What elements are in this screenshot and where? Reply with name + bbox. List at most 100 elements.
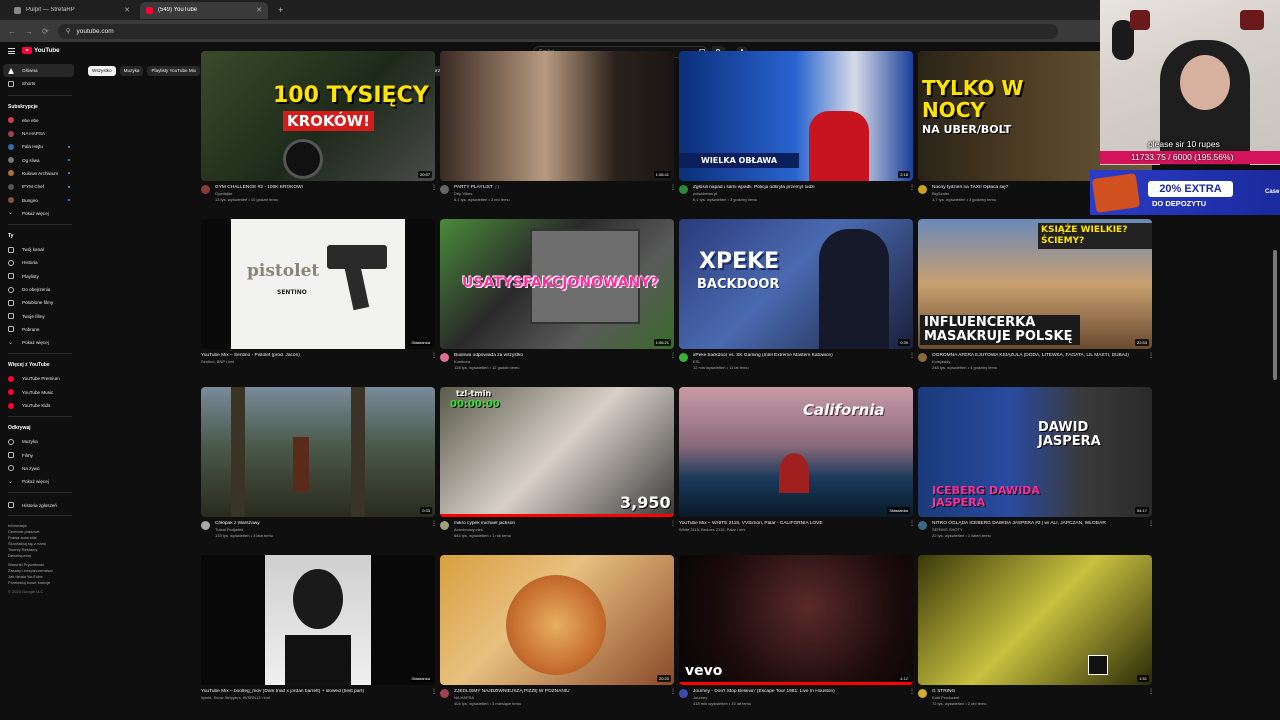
channel-avatar[interactable] <box>440 353 449 362</box>
video-thumbnail[interactable]: WIELKA OBŁAWA 2:18 <box>679 51 913 181</box>
video-card[interactable]: 1:08:41 PARTY PLAYLIST 🎵 Drip Vibes 6,1 … <box>440 51 676 202</box>
sidebar-subscription[interactable]: IFYM Chef <box>0 180 80 193</box>
more-options-icon[interactable]: ⋮ <box>670 185 676 202</box>
sidebar-item-shorts[interactable]: Shorts <box>0 77 80 90</box>
more-options-icon[interactable]: ⋮ <box>431 689 437 701</box>
more-options-icon[interactable]: ⋮ <box>909 689 915 706</box>
you-heading[interactable]: Ty <box>0 230 80 243</box>
new-tab-button[interactable]: + <box>272 5 289 15</box>
sidebar-show-more[interactable]: ⌄ Pokaż więcej <box>0 207 80 220</box>
forward-arrow-icon[interactable]: → <box>25 27 33 36</box>
close-tab-icon[interactable]: ✕ <box>124 6 130 14</box>
sidebar-subscription[interactable]: NA HAPSA <box>0 127 80 140</box>
more-options-icon[interactable]: ⋮ <box>909 521 915 533</box>
sidebar-item-live[interactable]: Na żywo <box>0 462 80 475</box>
video-card[interactable]: vevo 4:12 Journey - Don't Stop Believin'… <box>679 555 915 706</box>
sidebar-item-history[interactable]: Historia <box>0 256 80 269</box>
channel-avatar[interactable] <box>918 689 927 698</box>
browser-tab-strefarp[interactable]: Pulpit — StrefaRP ✕ <box>8 2 136 19</box>
channel-avatar[interactable] <box>679 353 688 362</box>
video-thumbnail[interactable]: 1:08:41 <box>440 51 674 181</box>
sidebar-item-movies[interactable]: Filmy <box>0 449 80 462</box>
page-scrollbar[interactable] <box>1273 250 1277 380</box>
more-options-icon[interactable]: ⋮ <box>1148 353 1154 370</box>
more-options-icon[interactable]: ⋮ <box>1148 521 1154 538</box>
channel-avatar[interactable] <box>440 185 449 194</box>
video-card[interactable]: KSIĄŻE WIELKIE? ŚCIEMY? INFLUENCERKA MAS… <box>918 219 1154 370</box>
hamburger-menu-icon[interactable] <box>8 48 15 54</box>
sidebar-subscription[interactable]: ebe ebe <box>0 114 80 127</box>
channel-avatar[interactable] <box>440 521 449 530</box>
video-card[interactable]: WIELKA OBŁAWA 2:18 Zgłosili napad i sami… <box>679 51 915 202</box>
sidebar-item-downloads[interactable]: Pobrane <box>0 323 80 336</box>
video-card[interactable]: DAWID JASPERA ICEBERG DAWIDA JASPERA 54:… <box>918 387 1154 538</box>
channel-avatar[interactable] <box>679 185 688 194</box>
more-options-icon[interactable]: ⋮ <box>670 689 676 706</box>
video-card[interactable]: 0:33 Chłopak z Warszawy Tutkał Podjadek … <box>201 387 437 538</box>
video-card[interactable]: USATYSFAKCJONOWANY? 1:06:21 Budowa odpow… <box>440 219 676 370</box>
sidebar-item-kids[interactable]: YouTube Kids <box>0 399 80 412</box>
sidebar-item-music[interactable]: YouTube Music <box>0 386 80 399</box>
video-card[interactable]: 20:20 ZJEDLIŚMY NAJDZIWNIEJSZĄ PIZZĘ W P… <box>440 555 676 706</box>
sidebar-item-your-videos[interactable]: Twoje filmy <box>0 309 80 322</box>
video-thumbnail[interactable]: 1:51 <box>918 555 1152 685</box>
sidebar-subscription[interactable]: Bungeo <box>0 193 80 206</box>
channel-avatar[interactable] <box>201 185 210 194</box>
video-thumbnail[interactable]: Składanka <box>201 555 435 685</box>
channel-avatar[interactable] <box>201 521 210 530</box>
channel-name[interactable]: White 2115, Bedoes 2115, Palar i inni <box>679 527 904 533</box>
sidebar-subscription[interactable]: Kulowe Archiwum <box>0 167 80 180</box>
video-thumbnail[interactable]: vevo 4:12 <box>679 555 913 685</box>
sidebar-subscription[interactable]: Og sliwa <box>0 153 80 166</box>
channel-avatar[interactable] <box>918 521 927 530</box>
video-thumbnail[interactable]: California Składanka <box>679 387 913 517</box>
sidebar-item-music-explore[interactable]: Muzyka <box>0 435 80 448</box>
chip-all[interactable]: Wszystko <box>88 66 116 76</box>
close-tab-icon[interactable]: ✕ <box>256 6 262 14</box>
video-card[interactable]: California Składanka YouTube Mix – WHITE… <box>679 387 915 533</box>
more-options-icon[interactable]: ⋮ <box>431 353 437 365</box>
youtube-logo[interactable]: YouTube <box>22 47 60 54</box>
video-card[interactable]: XPEKE BACKDOOR 0:39 xPeke backdoor vs. S… <box>679 219 915 370</box>
sidebar-show-more[interactable]: ⌄ Pokaż więcej <box>0 475 80 488</box>
sidebar-subscription[interactable]: Fala Hejtu <box>0 140 80 153</box>
video-title[interactable]: OGROMNA AFERA EJUTOWA KSIĄŻULA (DODA, LI… <box>932 353 1143 359</box>
more-options-icon[interactable]: ⋮ <box>431 521 437 538</box>
url-field[interactable]: ⚲ youtube.com <box>57 23 1058 39</box>
video-thumbnail[interactable]: 100 TYSIĘCY KROKÓW! 20:57 <box>201 51 435 181</box>
sidebar-item-report-history[interactable]: Historia zgłoszeń <box>0 498 80 511</box>
video-card[interactable]: tzl-tmin 00:00:00 3,950 mikro cypek mich… <box>440 387 676 538</box>
video-thumbnail[interactable]: KSIĄŻE WIELKIE? ŚCIEMY? INFLUENCERKA MAS… <box>918 219 1152 349</box>
channel-avatar[interactable] <box>440 689 449 698</box>
more-options-icon[interactable]: ⋮ <box>431 185 437 202</box>
sidebar-item-your-channel[interactable]: Twój kanał <box>0 243 80 256</box>
video-card[interactable]: pistolet SENTINO Składanka YouTube Mix –… <box>201 219 437 365</box>
more-options-icon[interactable]: ⋮ <box>670 353 676 370</box>
sidebar-item-watch-later[interactable]: Do obejrzenia <box>0 283 80 296</box>
video-thumbnail[interactable]: 0:33 <box>201 387 435 517</box>
more-options-icon[interactable]: ⋮ <box>670 521 676 538</box>
browser-tab-youtube[interactable]: (549) YouTube ✕ <box>140 1 268 19</box>
sidebar-show-more[interactable]: ⌄ Pokaż więcej <box>0 336 80 349</box>
chip[interactable]: Muzyka <box>119 66 144 76</box>
sidebar-item-home[interactable]: Główna <box>3 64 74 78</box>
channel-avatar[interactable] <box>918 353 927 362</box>
video-thumbnail[interactable]: pistolet SENTINO Składanka <box>201 219 435 349</box>
video-thumbnail[interactable]: USATYSFAKCJONOWANY? 1:06:21 <box>440 219 674 349</box>
video-thumbnail[interactable]: 20:20 <box>440 555 674 685</box>
channel-name[interactable]: Ilyinio, Snow Strippers, AVSRN13 i inni <box>201 695 426 701</box>
sidebar-item-premium[interactable]: YouTube Premium <box>0 372 80 385</box>
video-card[interactable]: Składanka YouTube Mix – bootleg_mov (Dar… <box>201 555 437 701</box>
video-thumbnail[interactable]: tzl-tmin 00:00:00 3,950 <box>440 387 674 517</box>
site-info-icon[interactable]: ⚲ <box>66 27 71 35</box>
subscriptions-heading[interactable]: Subskrypcje <box>0 101 80 114</box>
video-card[interactable]: 1:51 G STRING Kubi Producent 72 tys. wyś… <box>918 555 1154 706</box>
channel-name[interactable]: Sentino, BNP i inni <box>201 359 426 365</box>
reload-icon[interactable]: ⟳ <box>42 27 49 36</box>
more-options-icon[interactable]: ⋮ <box>1148 689 1154 706</box>
video-card[interactable]: 100 TYSIĘCY KROKÓW! 20:57 GYM CHALLENGE … <box>201 51 437 202</box>
channel-avatar[interactable] <box>679 689 688 698</box>
channel-avatar[interactable] <box>918 185 927 194</box>
back-arrow-icon[interactable]: ← <box>8 27 16 36</box>
sidebar-item-playlists[interactable]: Playlisty <box>0 270 80 283</box>
